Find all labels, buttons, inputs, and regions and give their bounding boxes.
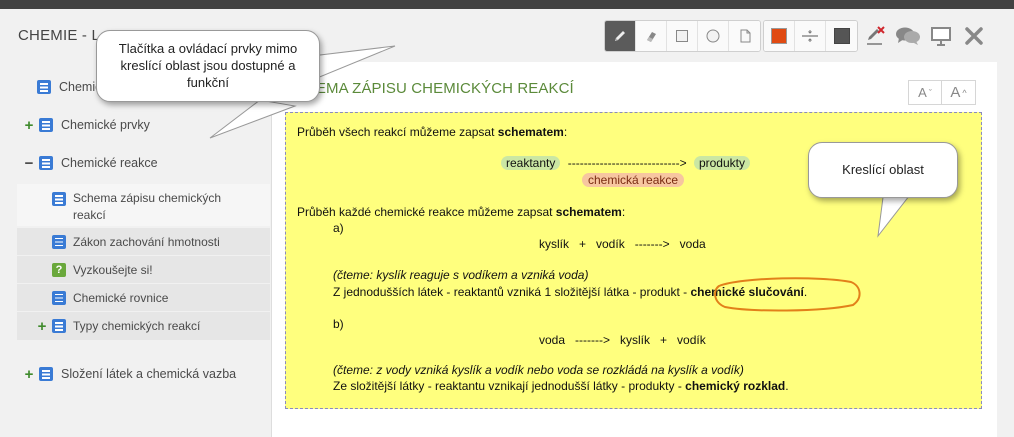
reaction-label-wrap: chemická reakce <box>582 173 685 187</box>
circle-icon <box>705 28 721 44</box>
style-group <box>763 20 858 52</box>
font-decrease-button[interactable]: Aˇ <box>908 80 942 105</box>
schema-row: reaktanty ----------------------------> … <box>501 156 750 170</box>
eraser-tool-button[interactable] <box>636 21 667 51</box>
orange-ellipse-annotation <box>714 277 861 312</box>
chevron-up-icon: ^ <box>962 87 967 98</box>
document-icon <box>39 118 53 132</box>
comments-button[interactable] <box>891 20 924 52</box>
label-a: a) <box>333 221 344 235</box>
rectangle-tool-button[interactable] <box>667 21 698 51</box>
sidebar-item-chemicke-reakce[interactable]: − Chemické reakce <box>17 152 270 174</box>
sidebar-item-rovnice[interactable]: Chemické rovnice <box>17 284 270 311</box>
collapse-icon[interactable]: − <box>23 155 35 172</box>
clear-drawing-button[interactable] <box>858 20 891 52</box>
color-swatch-icon <box>771 28 787 44</box>
expand-icon[interactable]: + <box>23 366 35 383</box>
pencil-icon <box>612 28 628 44</box>
label-b: b) <box>333 317 344 331</box>
sidebar-item-label: Chemické prvky <box>61 118 150 132</box>
equation-a: kyslík + vodík -------> voda <box>539 237 706 251</box>
intro-line-2: Průběh každé chemické reakce můžeme zaps… <box>297 205 626 219</box>
document-icon <box>37 80 51 94</box>
sidebar-item-label: Typy chemických reakcí <box>73 319 201 333</box>
presentation-icon <box>930 25 952 47</box>
note-b: (čteme: z vody vzniká kyslík a vodík neb… <box>333 363 744 377</box>
sidebar-item-label: Zákon zachování hmotnosti <box>73 234 220 249</box>
equation-b: voda -------> kyslík + vodík <box>539 333 706 347</box>
sidebar-item-zakon[interactable]: Zákon zachování hmotnosti <box>17 228 270 255</box>
page-icon <box>737 28 753 44</box>
sidebar-item-label: Chemické rovnice <box>73 290 169 305</box>
schema-arrow: ----------------------------> <box>567 156 687 170</box>
sidebar-item-schema[interactable]: Schema zápisu chemických reakcí <box>17 184 270 226</box>
expand-icon[interactable]: + <box>23 117 35 134</box>
document-icon <box>52 290 66 305</box>
clear-drawing-icon <box>864 25 886 47</box>
font-size-controls: Aˇ A ^ <box>908 80 976 105</box>
chevron-down-icon: ˇ <box>928 87 932 98</box>
top-bar <box>0 0 1014 9</box>
sidebar-item-label: Schema zápisu chemických reakcí <box>73 191 222 222</box>
sidebar-item-label: Vyzkoušejte si! <box>73 262 153 277</box>
tool-group <box>604 20 761 52</box>
text-b: Ze složitější látky - reaktantu vznikají… <box>333 379 789 393</box>
sidebar-item-typy[interactable]: + Typy chemických reakcí <box>17 312 270 340</box>
document-icon <box>39 156 53 170</box>
fill-color-button[interactable] <box>826 21 857 51</box>
eraser-icon <box>643 28 659 44</box>
callout-right: Kreslící oblast <box>808 142 958 198</box>
callout-left: Tlačítka a ovládací prvky mimo kreslící … <box>96 30 320 102</box>
comments-icon <box>895 25 921 47</box>
sidebar-item-label: Složení látek a chemická vazba <box>61 367 237 381</box>
stroke-color-button[interactable] <box>764 21 795 51</box>
app-title: CHEMIE - L <box>18 27 101 44</box>
document-icon <box>52 192 66 206</box>
presentation-button[interactable] <box>924 20 957 52</box>
sidebar-item-label: Chemické reakce <box>61 156 158 170</box>
document-icon <box>39 367 53 381</box>
pencil-tool-button[interactable] <box>605 21 636 51</box>
fill-swatch-icon <box>833 28 850 44</box>
close-icon <box>963 25 985 47</box>
line-width-icon <box>801 28 819 44</box>
question-icon: ? <box>52 262 66 277</box>
expand-icon[interactable]: + <box>36 318 48 335</box>
reaction-label: chemická reakce <box>582 173 685 187</box>
rectangle-icon <box>674 28 690 44</box>
drawing-toolbar <box>604 20 990 52</box>
products-label: produkty <box>693 156 750 170</box>
document-icon <box>52 319 66 333</box>
circle-tool-button[interactable] <box>698 21 729 51</box>
note-a: (čteme: kyslík reaguje s vodíkem a vznik… <box>333 268 589 282</box>
reactants-label: reaktanty <box>501 156 561 170</box>
text-tool-button[interactable] <box>729 21 760 51</box>
close-button[interactable] <box>957 20 990 52</box>
line-width-button[interactable] <box>795 21 826 51</box>
sidebar-item-vyzkousejte[interactable]: ? Vyzkoušejte si! <box>17 256 270 283</box>
font-increase-button[interactable]: A ^ <box>942 80 976 105</box>
document-icon <box>52 234 66 249</box>
sidebar-item-slozeni[interactable]: + Složení látek a chemická vazba <box>17 363 270 385</box>
